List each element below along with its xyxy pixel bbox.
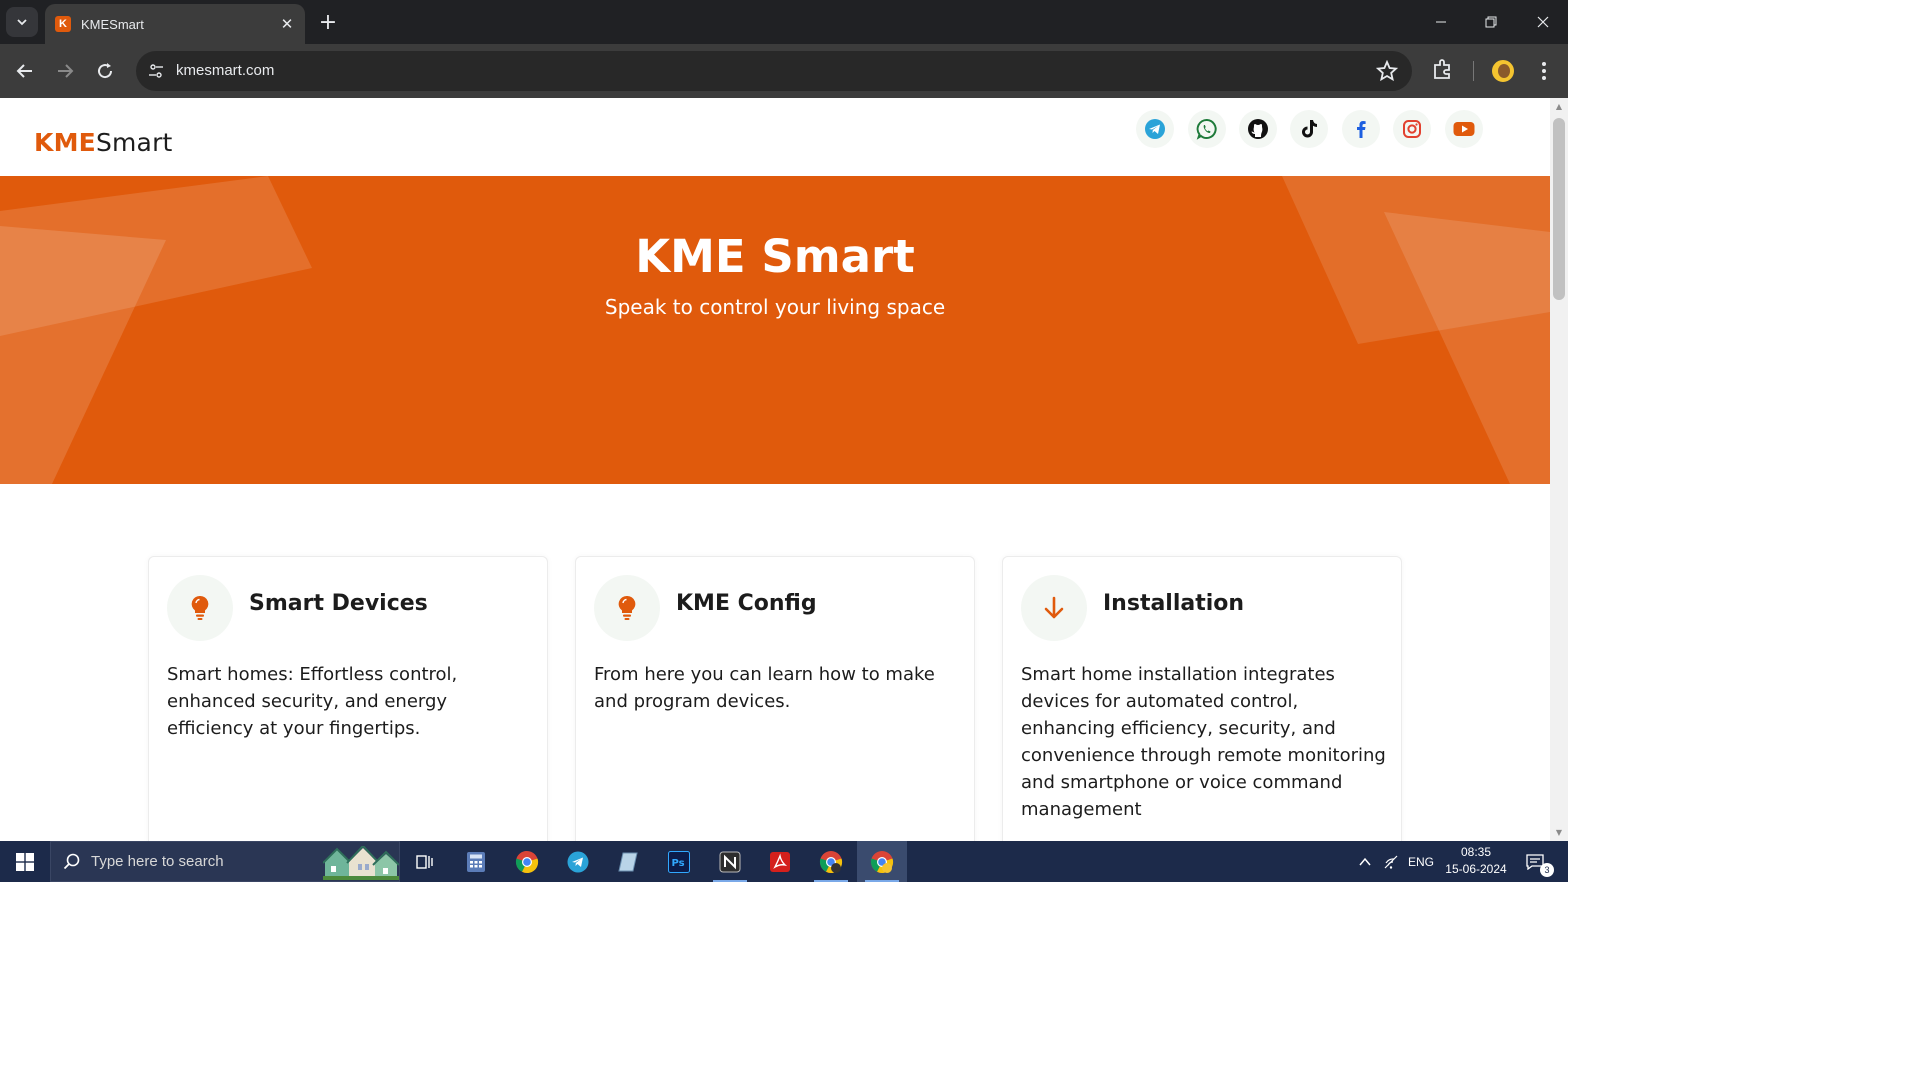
- taskbar-notion[interactable]: [705, 841, 755, 882]
- arrow-left-icon: [16, 64, 32, 78]
- chevron-down-icon: [17, 19, 27, 26]
- back-button[interactable]: [9, 55, 41, 87]
- close-icon: [1537, 16, 1549, 28]
- hero-subtitle: Speak to control your living space: [604, 295, 946, 319]
- card-text: Smart home installation integrates devic…: [1021, 664, 1386, 820]
- acrobat-icon: [770, 851, 790, 872]
- card-title: Smart Devices: [249, 591, 428, 616]
- favicon-icon: K: [55, 16, 71, 32]
- search-icon: [63, 853, 80, 870]
- card-text: Smart homes: Effortless control, enhance…: [167, 664, 458, 739]
- windows-start-button[interactable]: [0, 841, 50, 882]
- chrome-profile-icon: [819, 850, 843, 873]
- tab-title: KMESmart: [81, 16, 144, 32]
- taskbar-telegram[interactable]: [553, 841, 603, 882]
- url-text: kmesmart.com: [176, 62, 275, 79]
- scroll-up-icon[interactable]: ▲: [1554, 102, 1564, 112]
- taskbar-chrome[interactable]: [502, 841, 552, 882]
- search-placeholder: Type here to search: [91, 853, 224, 870]
- lightbulb-icon: [594, 575, 660, 641]
- whatsapp-icon[interactable]: [1188, 110, 1226, 148]
- hero-decoration: [0, 176, 1550, 484]
- hero-title: KME Smart: [635, 230, 915, 283]
- close-window-button[interactable]: [1518, 0, 1568, 44]
- address-bar[interactable]: kmesmart.com: [136, 51, 1412, 91]
- taskbar-notes-app[interactable]: [603, 841, 653, 882]
- browser-toolbar: kmesmart.com: [0, 44, 1568, 98]
- notes-app-icon: [618, 852, 638, 871]
- scroll-down-icon[interactable]: ▼: [1554, 828, 1564, 838]
- taskbar-acrobat[interactable]: [755, 841, 805, 882]
- taskbar-photoshop[interactable]: Ps: [654, 841, 704, 882]
- browser-tab-strip: K KMESmart ✕ +: [0, 0, 1568, 44]
- minimize-icon: [1436, 21, 1446, 23]
- restore-button[interactable]: [1466, 0, 1516, 44]
- card-title: KME Config: [676, 591, 817, 616]
- site-info-icon[interactable]: [146, 61, 166, 81]
- new-tab-button[interactable]: +: [316, 10, 340, 35]
- reload-icon: [98, 63, 113, 79]
- bookmark-star-icon[interactable]: [1375, 59, 1399, 82]
- lightbulb-icon: [167, 575, 233, 641]
- site-header: KMESmart: [0, 98, 1550, 176]
- chrome-active-icon: [870, 850, 894, 873]
- system-clock[interactable]: 08:35 15-06-2024: [1440, 844, 1512, 878]
- taskbar-search-box[interactable]: Type here to search: [50, 841, 400, 882]
- minimize-button[interactable]: [1416, 0, 1466, 44]
- hero-banner: KME Smart Speak to control your living s…: [0, 176, 1550, 484]
- card-text: From here you can learn how to make and …: [594, 664, 935, 712]
- photoshop-icon: Ps: [668, 850, 690, 873]
- reload-button[interactable]: [89, 55, 121, 87]
- youtube-icon[interactable]: [1445, 110, 1483, 148]
- github-icon[interactable]: [1239, 110, 1277, 148]
- windows-logo-icon: [16, 852, 34, 871]
- card-title: Installation: [1103, 591, 1245, 616]
- profile-avatar[interactable]: [1490, 58, 1516, 84]
- taskbar-chrome-profile[interactable]: [806, 841, 856, 882]
- notion-icon: [719, 851, 741, 872]
- feature-card-installation[interactable]: Installation Smart home installation int…: [1002, 556, 1402, 841]
- web-page: KMESmart KME Smart Speak to control your…: [0, 98, 1550, 841]
- extensions-icon[interactable]: [1430, 57, 1458, 85]
- tiktok-icon[interactable]: [1290, 110, 1328, 148]
- toolbar-divider: [1473, 61, 1474, 81]
- feature-card-kme-config[interactable]: KME Config From here you can learn how t…: [575, 556, 975, 841]
- taskbar-chrome-active[interactable]: [857, 841, 907, 882]
- chrome-icon: [515, 850, 539, 873]
- notification-count-badge: 3: [1540, 863, 1554, 877]
- instagram-icon[interactable]: [1393, 110, 1431, 148]
- facebook-icon[interactable]: [1342, 110, 1380, 148]
- language-indicator[interactable]: ENG: [1404, 841, 1438, 882]
- scroll-thumb[interactable]: [1553, 118, 1565, 300]
- houses-illustration-icon: [323, 846, 399, 880]
- tray-expand-icon[interactable]: [1354, 841, 1376, 882]
- browser-tab[interactable]: K KMESmart ✕: [45, 4, 305, 44]
- task-view-button[interactable]: [400, 841, 450, 882]
- browser-menu-icon[interactable]: [1532, 57, 1556, 85]
- tab-close-icon[interactable]: ✕: [277, 15, 297, 33]
- forward-button[interactable]: [49, 55, 81, 87]
- restore-icon: [1485, 16, 1497, 28]
- clock-time: 08:35: [1460, 845, 1492, 859]
- arrow-down-icon: [1021, 575, 1087, 641]
- task-view-icon: [416, 854, 433, 869]
- taskbar-calculator[interactable]: [451, 841, 501, 882]
- telegram-app-icon: [567, 851, 589, 872]
- svg-text:Ps: Ps: [672, 858, 685, 869]
- clock-date: 15-06-2024: [1445, 862, 1507, 876]
- page-scrollbar[interactable]: ▲ ▼: [1550, 98, 1568, 841]
- wifi-icon[interactable]: [1380, 841, 1402, 882]
- site-logo[interactable]: KMESmart: [34, 128, 173, 157]
- calculator-icon: [467, 851, 485, 872]
- arrow-right-icon: [58, 64, 74, 78]
- feature-card-smart-devices[interactable]: Smart Devices Smart homes: Effortless co…: [148, 556, 548, 841]
- telegram-icon[interactable]: [1136, 110, 1174, 148]
- tab-search-button[interactable]: [6, 7, 38, 37]
- os-taskbar: Type here to search Ps ENG 08:35 15-06-2…: [0, 841, 1568, 882]
